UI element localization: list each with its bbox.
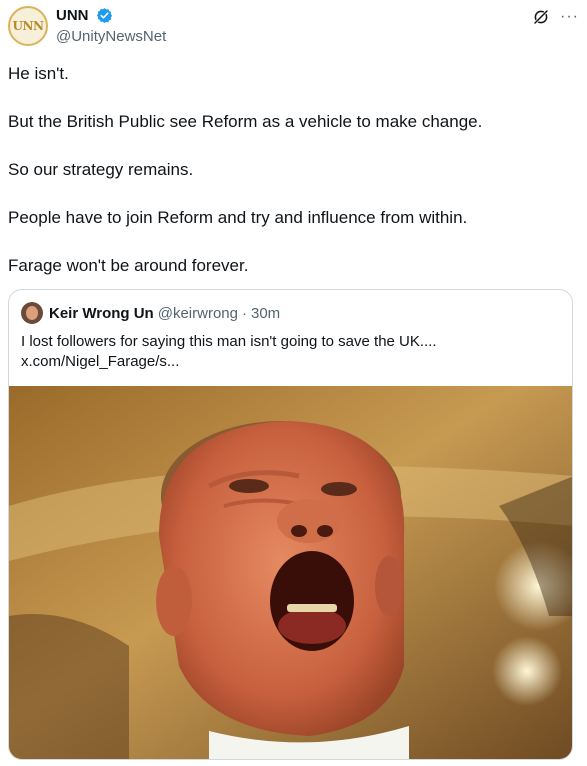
verified-badge-icon [96, 8, 113, 24]
more-icon[interactable]: ··· [560, 8, 579, 26]
quoted-link[interactable]: x.com/Nigel_Farage/s... [21, 352, 561, 372]
tweet-header: UNN UNN @UnityNewsNet ··· [8, 6, 579, 50]
tweet-paragraph: So our strategy remains. [8, 160, 194, 179]
author-name-block: UNN @UnityNewsNet [56, 7, 166, 45]
tweet-paragraph: Farage won't be around forever. [8, 256, 249, 275]
tweet-paragraph: He isn't. [8, 64, 69, 83]
quoted-author-name[interactable]: Keir Wrong Un [49, 305, 154, 322]
tweet-paragraph: People have to join Reform and try and i… [8, 208, 468, 227]
quoted-tweet-photo[interactable] [9, 386, 573, 760]
grok-icon[interactable] [532, 8, 550, 26]
quoted-tweet-text: I lost followers for saying this man isn… [21, 332, 561, 372]
author-avatar[interactable]: UNN [8, 6, 48, 46]
quoted-tweet-card[interactable]: Keir Wrong Un @keirwrong · 30m I lost fo… [8, 289, 573, 760]
tweet-paragraph: But the British Public see Reform as a v… [8, 112, 483, 131]
quoted-tweet-time[interactable]: 30m [251, 305, 280, 322]
quoted-tweet-header: Keir Wrong Un @keirwrong · 30m [21, 302, 280, 324]
header-actions: ··· [532, 8, 579, 26]
quoted-author-handle[interactable]: @keirwrong [158, 305, 238, 322]
quoted-author-avatar[interactable] [21, 302, 43, 324]
quoted-text-line: I lost followers for saying this man isn… [21, 333, 437, 350]
author-handle[interactable]: @UnityNewsNet [56, 28, 166, 45]
meta-separator: · [242, 304, 247, 322]
author-display-name[interactable]: UNN [56, 7, 89, 24]
